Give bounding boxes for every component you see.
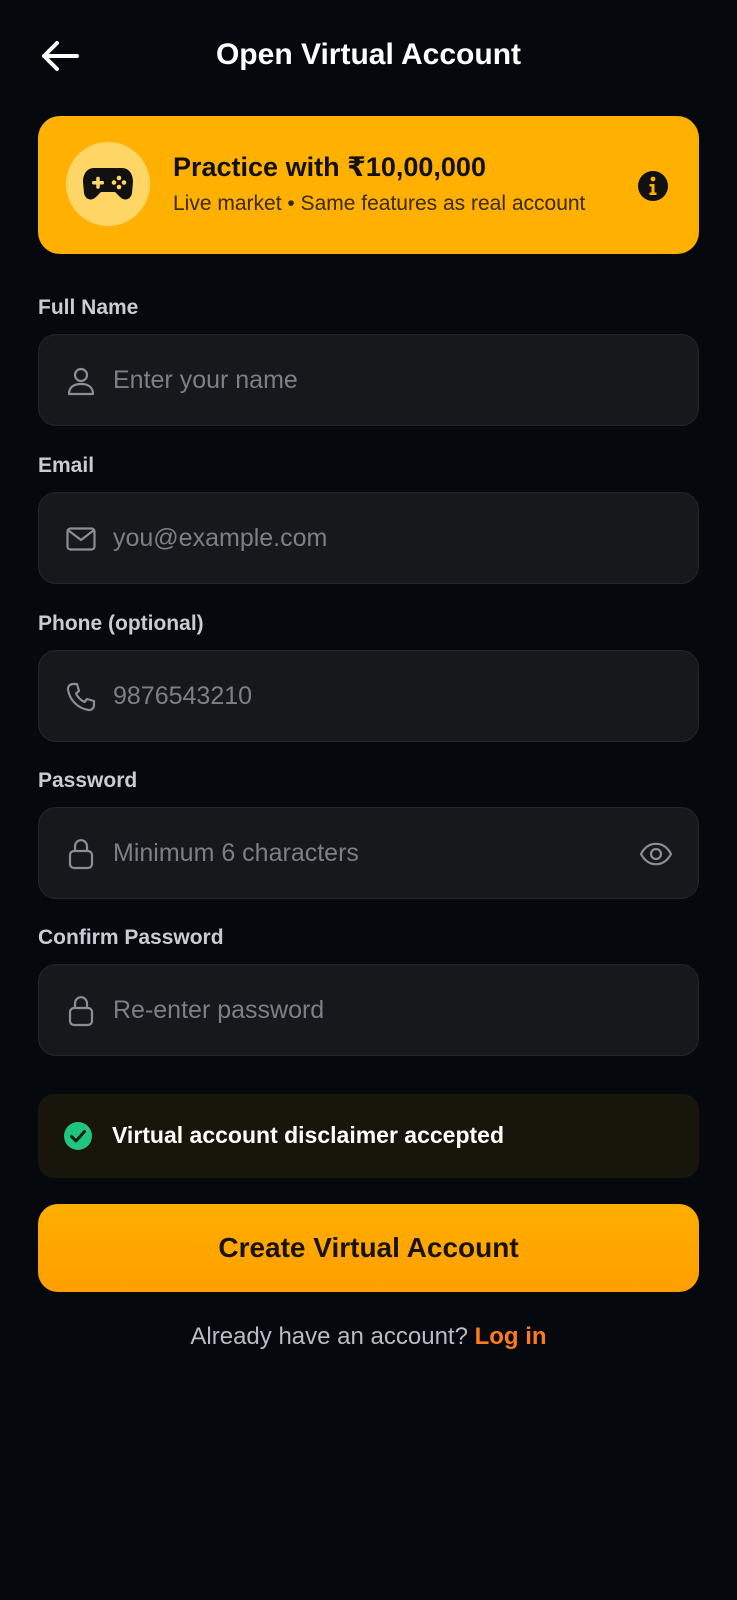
full-name-field bbox=[38, 334, 699, 426]
confirm-password-input[interactable] bbox=[113, 965, 633, 1055]
lock-icon bbox=[65, 838, 97, 870]
disclaimer-status[interactable]: Virtual account disclaimer accepted bbox=[38, 1094, 699, 1178]
full-name-label: Full Name bbox=[38, 296, 139, 319]
info-icon bbox=[649, 176, 657, 195]
password-label: Password bbox=[38, 769, 138, 792]
login-link[interactable]: Log in bbox=[475, 1323, 547, 1350]
disclaimer-text: Virtual account disclaimer accepted bbox=[112, 1122, 505, 1148]
password-input[interactable] bbox=[113, 808, 633, 898]
full-name-input[interactable] bbox=[113, 335, 633, 425]
phone-input[interactable] bbox=[113, 651, 633, 741]
login-prompt-text: Already have an account? bbox=[190, 1323, 468, 1350]
banner-icon-circle bbox=[66, 142, 150, 226]
banner-title: Practice with ₹10,00,000 bbox=[173, 152, 486, 182]
banner-subtitle: Live market • Same features as real acco… bbox=[173, 192, 586, 215]
check-circle-icon bbox=[64, 1122, 92, 1150]
toggle-password-visibility-button[interactable] bbox=[638, 836, 674, 872]
phone-icon bbox=[65, 681, 97, 713]
open-virtual-account-screen: Open Virtual Account Practice with ₹10,0… bbox=[0, 0, 737, 1600]
create-virtual-account-button[interactable]: Create Virtual Account bbox=[38, 1204, 699, 1292]
header: Open Virtual Account bbox=[0, 18, 737, 94]
eye-icon bbox=[639, 842, 673, 866]
password-field bbox=[38, 807, 699, 899]
user-icon bbox=[65, 365, 97, 397]
confirm-password-label: Confirm Password bbox=[38, 926, 224, 949]
lock-icon bbox=[65, 995, 97, 1027]
email-label: Email bbox=[38, 454, 95, 477]
practice-banner: Practice with ₹10,00,000 Live market • S… bbox=[38, 116, 699, 254]
email-field bbox=[38, 492, 699, 584]
login-prompt-line: Already have an account? Log in bbox=[0, 1323, 737, 1351]
mail-icon bbox=[65, 523, 97, 555]
email-input[interactable] bbox=[113, 493, 633, 583]
phone-label: Phone (optional) bbox=[38, 612, 204, 635]
page-title: Open Virtual Account bbox=[215, 38, 522, 71]
info-button[interactable] bbox=[638, 171, 668, 201]
confirm-password-field bbox=[38, 964, 699, 1056]
gamepad-icon bbox=[83, 168, 133, 200]
phone-field bbox=[38, 650, 699, 742]
